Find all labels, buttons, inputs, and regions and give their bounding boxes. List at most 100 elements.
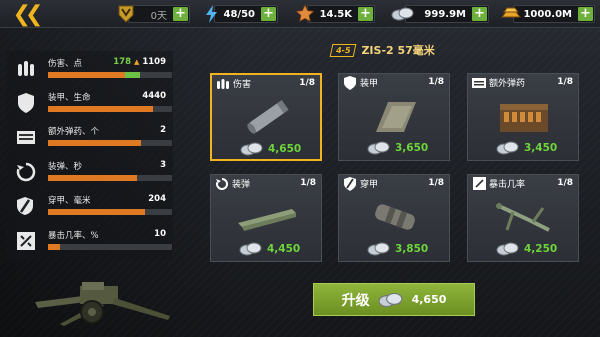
add-gold-button[interactable]: + <box>578 7 593 21</box>
card-level: 1/8 <box>299 78 315 88</box>
lightning-icon <box>201 3 223 25</box>
add-rank-button[interactable]: + <box>173 7 188 21</box>
card-price: 3,650 <box>367 141 428 155</box>
stat-value: 178 ▲ 1109 <box>113 57 166 67</box>
shells-icon <box>216 77 230 91</box>
silver-coins-icon <box>496 242 519 256</box>
stat-total: 1109 <box>142 57 166 67</box>
stat-bar <box>48 244 172 250</box>
stat-label: 额外弹药、个 <box>48 127 100 137</box>
upgrade-card-extra-ammo[interactable]: 额外弹药 1/8 3,450 <box>467 73 579 161</box>
star-icon <box>294 3 316 25</box>
upgrade-card-reload[interactable]: 装弹 1/8 4,450 <box>210 174 322 262</box>
rank-value: 0天 <box>150 10 167 22</box>
stat-fill <box>48 175 138 181</box>
silver-coins-icon <box>378 292 402 307</box>
silver-coins-icon <box>367 141 390 155</box>
stat-row-armor: 装甲、生命 4440 <box>12 87 172 121</box>
stat-label: 伤害、点 <box>48 59 83 69</box>
stat-row-penetration: 穿甲、毫米 204 <box>12 190 172 224</box>
rank-resource: 0天 + <box>118 5 190 23</box>
silver-resource: 999.9M + <box>391 5 489 23</box>
upgrade-card-penetration[interactable]: 穿甲 1/8 3,850 <box>338 174 450 262</box>
shield-icon <box>343 75 357 90</box>
stat-label: 暴击几率、% <box>48 231 99 241</box>
stat-bonus: 178 <box>113 57 131 67</box>
card-name: 装甲 <box>360 79 379 89</box>
card-price: 4,650 <box>240 142 301 156</box>
add-xp-button[interactable]: + <box>358 7 373 21</box>
gun-sight-image <box>490 195 558 239</box>
stat-fill <box>48 106 154 112</box>
shells-icon <box>14 57 38 81</box>
shell-casing-image <box>234 95 302 139</box>
rail-image <box>233 195 301 239</box>
penetration-icon <box>14 194 38 218</box>
card-price-value: 3,650 <box>395 142 429 154</box>
stat-bar <box>48 175 172 181</box>
card-name: 伤害 <box>233 80 252 90</box>
stat-value: 4440 <box>142 91 166 101</box>
stat-value: 3 <box>160 160 166 170</box>
card-price: 4,250 <box>496 242 557 256</box>
upgrade-label: 升级 <box>341 292 370 309</box>
tier-badge: 4-5 <box>329 43 357 57</box>
add-silver-button[interactable]: + <box>472 7 487 21</box>
stat-fill <box>48 72 125 78</box>
stat-bar <box>48 209 172 215</box>
stat-row-reload: 装弹、秒 3 <box>12 156 172 190</box>
card-price: 3,450 <box>496 141 557 155</box>
add-energy-button[interactable]: + <box>261 7 276 21</box>
xp-value: 14.5K <box>319 8 352 20</box>
card-name: 穿甲 <box>360 180 379 190</box>
stat-value: 2 <box>160 125 166 135</box>
card-price-value: 4,250 <box>524 243 558 255</box>
up-arrow-icon: ▲ <box>133 58 140 66</box>
upgrade-card-armor[interactable]: 装甲 1/8 3,650 <box>338 73 450 161</box>
card-level: 1/8 <box>557 178 573 188</box>
upgrade-card-damage[interactable]: 伤害 1/8 4,650 <box>210 73 322 161</box>
double-chevron-left-icon: ❮❮ <box>12 1 44 27</box>
penetration-icon <box>343 176 357 191</box>
energy-resource: 48/50 + <box>206 5 278 23</box>
stat-fill <box>48 244 61 250</box>
crit-chance-icon <box>472 177 486 191</box>
stat-row-extra-ammo: 额外弹药、个 2 <box>12 121 172 155</box>
card-price-value: 4,450 <box>267 243 301 255</box>
stat-value: 10 <box>154 229 166 239</box>
card-name: 暴击几率 <box>489 180 526 190</box>
card-level: 1/8 <box>428 178 444 188</box>
card-price: 4,450 <box>239 242 300 256</box>
stat-fill <box>48 140 141 146</box>
xp-resource: 14.5K + <box>295 4 375 23</box>
stat-label: 穿甲、毫米 <box>48 196 91 206</box>
rank-badge-icon <box>115 3 137 25</box>
stat-label: 装甲、生命 <box>48 93 91 103</box>
reload-icon <box>14 160 38 184</box>
back-button[interactable]: ❮❮ <box>2 1 48 27</box>
card-price-value: 3,450 <box>524 142 558 154</box>
gold-value: 1000.0M <box>523 8 572 20</box>
crit-chance-icon <box>14 229 38 253</box>
silver-coins-icon <box>496 141 519 155</box>
upgrade-button[interactable]: 升级 4,650 <box>313 283 475 316</box>
reload-icon <box>215 177 229 191</box>
energy-value: 48/50 <box>223 8 255 20</box>
upgrade-card-crit-chance[interactable]: 暴击几率 1/8 4,250 <box>467 174 579 262</box>
silver-coins-icon <box>390 3 416 25</box>
ammo-box-icon <box>14 125 38 149</box>
silver-coins-icon <box>240 142 263 156</box>
gun-name: ZIS-2 57毫米 <box>361 44 435 57</box>
gold-bars-icon <box>498 3 524 25</box>
stat-value: 204 <box>148 194 166 204</box>
silver-value: 999.9M <box>424 8 466 20</box>
card-price-value: 3,850 <box>395 243 429 255</box>
muzzle-brake-image <box>361 195 429 239</box>
stat-row-crit-chance: 暴击几率、% 10 <box>12 225 172 259</box>
shield-icon <box>14 91 38 115</box>
stat-fill <box>48 209 145 215</box>
armor-plate-image <box>361 94 429 138</box>
stat-bar <box>48 140 172 146</box>
silver-coins-icon <box>239 242 262 256</box>
upgrade-price: 4,650 <box>411 293 447 306</box>
